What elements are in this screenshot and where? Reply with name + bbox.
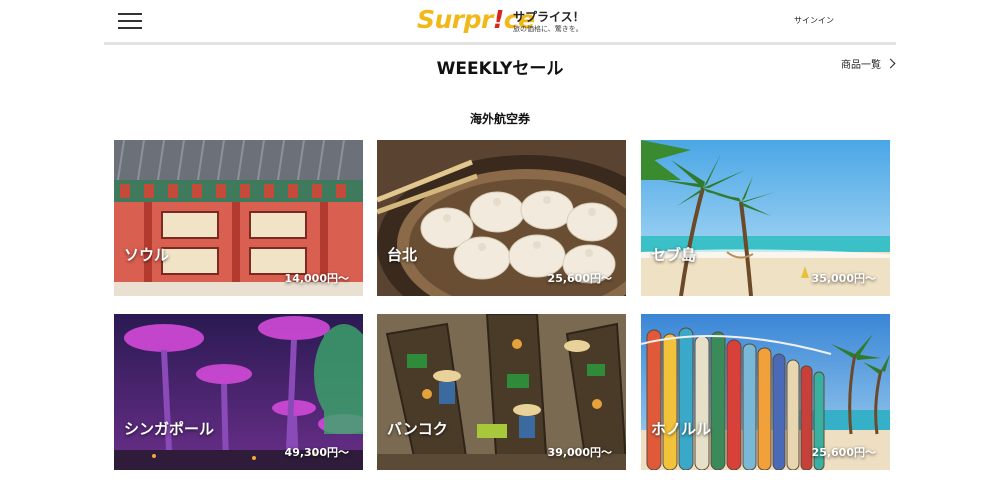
deal-city: セブ島 xyxy=(651,246,697,264)
chevron-right-icon xyxy=(885,58,896,69)
deal-city: ホノルル xyxy=(651,420,712,438)
deal-city: ソウル xyxy=(124,246,170,264)
deal-city: シンガポール xyxy=(124,420,215,438)
deal-card-taipei[interactable]: 台北 25,600円〜 xyxy=(377,140,626,296)
deal-card-bangkok[interactable]: バンコク 39,000円〜 xyxy=(377,314,626,470)
deal-price: 49,300円〜 xyxy=(284,446,349,459)
deal-card-honolulu[interactable]: ホノルル 25,600円〜 xyxy=(641,314,890,470)
menu-line xyxy=(118,13,142,15)
brand-tagline: 旅の価格に、驚きを。 xyxy=(513,25,583,33)
signin-link[interactable]: サインイン xyxy=(794,15,834,26)
deal-price: 25,600円〜 xyxy=(547,272,612,285)
deal-card-seoul[interactable]: ソウル 14,000円〜 xyxy=(114,140,363,296)
deal-price: 39,000円〜 xyxy=(547,446,612,459)
all-products-link[interactable]: 商品一覧 xyxy=(841,56,896,71)
logo-bang: ! xyxy=(492,5,504,34)
hamburger-menu-icon[interactable] xyxy=(118,12,142,30)
deal-city: バンコク xyxy=(387,420,448,438)
deal-card-cebu[interactable]: セブ島 35,000円〜 xyxy=(641,140,890,296)
brand-name: サプライス！ xyxy=(513,10,585,24)
page: Surpr!ce サプライス！ 旅の価格に、驚きを。 サインイン WEEKLYセ… xyxy=(0,0,1000,480)
deal-city: 台北 xyxy=(387,246,418,264)
header: Surpr!ce サプライス！ 旅の価格に、驚きを。 サインイン xyxy=(104,0,896,45)
deal-price: 14,000円〜 xyxy=(284,272,349,285)
deal-price: 25,600円〜 xyxy=(811,446,876,459)
menu-line xyxy=(118,20,142,22)
deal-card-singapore[interactable]: シンガポール 49,300円〜 xyxy=(114,314,363,470)
menu-line xyxy=(118,27,142,29)
all-products-label: 商品一覧 xyxy=(841,60,881,71)
logo-text-start: Surpr xyxy=(417,5,493,34)
category-title: 海外航空券 xyxy=(469,112,530,126)
deal-price: 35,000円〜 xyxy=(811,272,876,285)
